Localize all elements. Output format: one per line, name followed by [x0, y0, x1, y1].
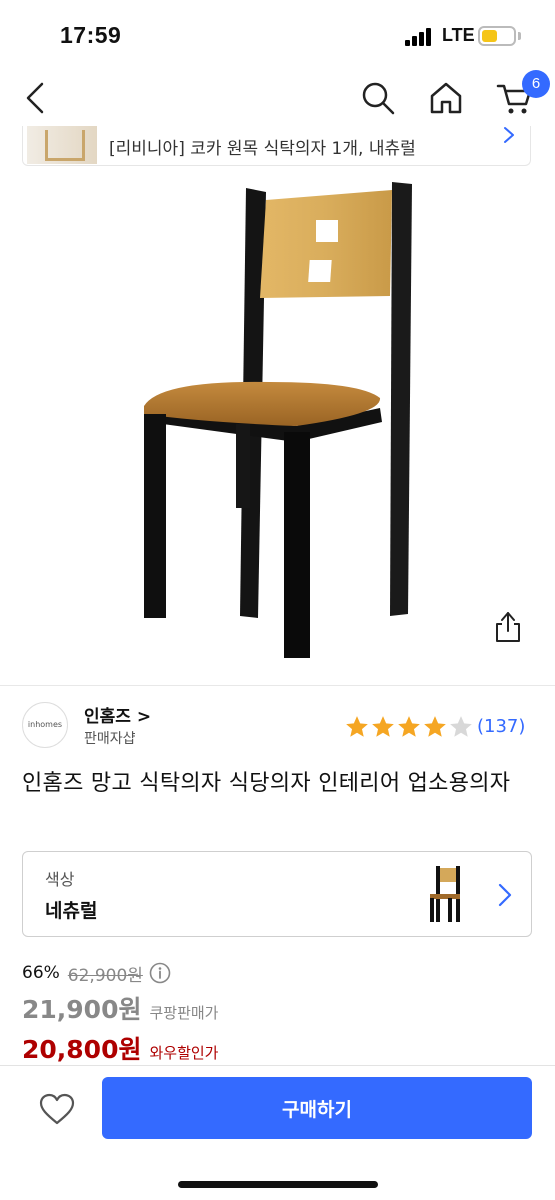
top-nav: [0, 70, 555, 126]
star-filled-icon: [398, 716, 420, 737]
info-icon[interactable]: [149, 962, 171, 984]
sale-price-row: 21,900원 쿠팡판매가: [22, 990, 219, 1026]
sale-price-label: 쿠팡판매가: [149, 1004, 219, 1022]
heart-icon[interactable]: [38, 1092, 76, 1126]
battery-tip: [518, 32, 521, 40]
discount-rate: 66%: [22, 963, 60, 983]
cart-count-badge: 6: [522, 70, 550, 98]
chevron-right-icon: [498, 883, 512, 907]
divider: [0, 685, 555, 686]
sale-price: 21,900원: [22, 995, 142, 1024]
discount-row: 66% 62,900원: [22, 960, 171, 986]
star-filled-icon: [424, 716, 446, 737]
banner-thumbnail: [27, 126, 97, 164]
color-option-selector[interactable]: 색상 네츄럴: [22, 851, 532, 937]
original-price: 62,900원: [67, 965, 143, 986]
seller-logo[interactable]: inhomes: [22, 702, 68, 748]
banner-text: [리비니아] 코카 원목 식탁의자 1개, 내츄럴: [109, 139, 416, 159]
home-icon[interactable]: [428, 80, 464, 116]
status-bar: 17:59 LTE: [0, 0, 555, 70]
related-product-banner[interactable]: [리비니아] 코카 원목 식탁의자 1개, 내츄럴: [22, 126, 531, 166]
product-image[interactable]: [120, 170, 440, 670]
option-value: 네츄럴: [45, 900, 98, 922]
product-title: 인홈즈 망고 식탁의자 식당의자 인테리어 업소용의자: [22, 771, 511, 796]
status-time: 17:59: [60, 22, 122, 48]
star-filled-icon: [346, 716, 368, 737]
signal-icon: [405, 28, 435, 46]
star-empty-icon: [450, 716, 472, 737]
seller-name-link[interactable]: 인홈즈 >: [84, 702, 151, 727]
option-label: 색상: [45, 870, 75, 889]
option-thumbnail: [430, 866, 460, 922]
wow-price-label: 와우할인가: [149, 1044, 219, 1062]
buy-button[interactable]: 구매하기: [102, 1077, 532, 1139]
wow-price-row: 20,800원 와우할인가: [22, 1030, 219, 1066]
network-label: LTE: [442, 25, 475, 45]
search-icon[interactable]: [360, 80, 396, 116]
home-indicator: [178, 1181, 378, 1188]
star-filled-icon: [372, 716, 394, 737]
back-icon[interactable]: [22, 80, 52, 116]
share-icon[interactable]: [493, 610, 523, 644]
chevron-right-icon: [504, 127, 514, 143]
battery-icon: [478, 26, 516, 46]
seller-shop-label[interactable]: 판매자샵: [84, 728, 136, 748]
wow-price: 20,800원: [22, 1035, 142, 1064]
review-count[interactable]: (137): [477, 716, 525, 737]
star-rating[interactable]: [344, 714, 474, 740]
